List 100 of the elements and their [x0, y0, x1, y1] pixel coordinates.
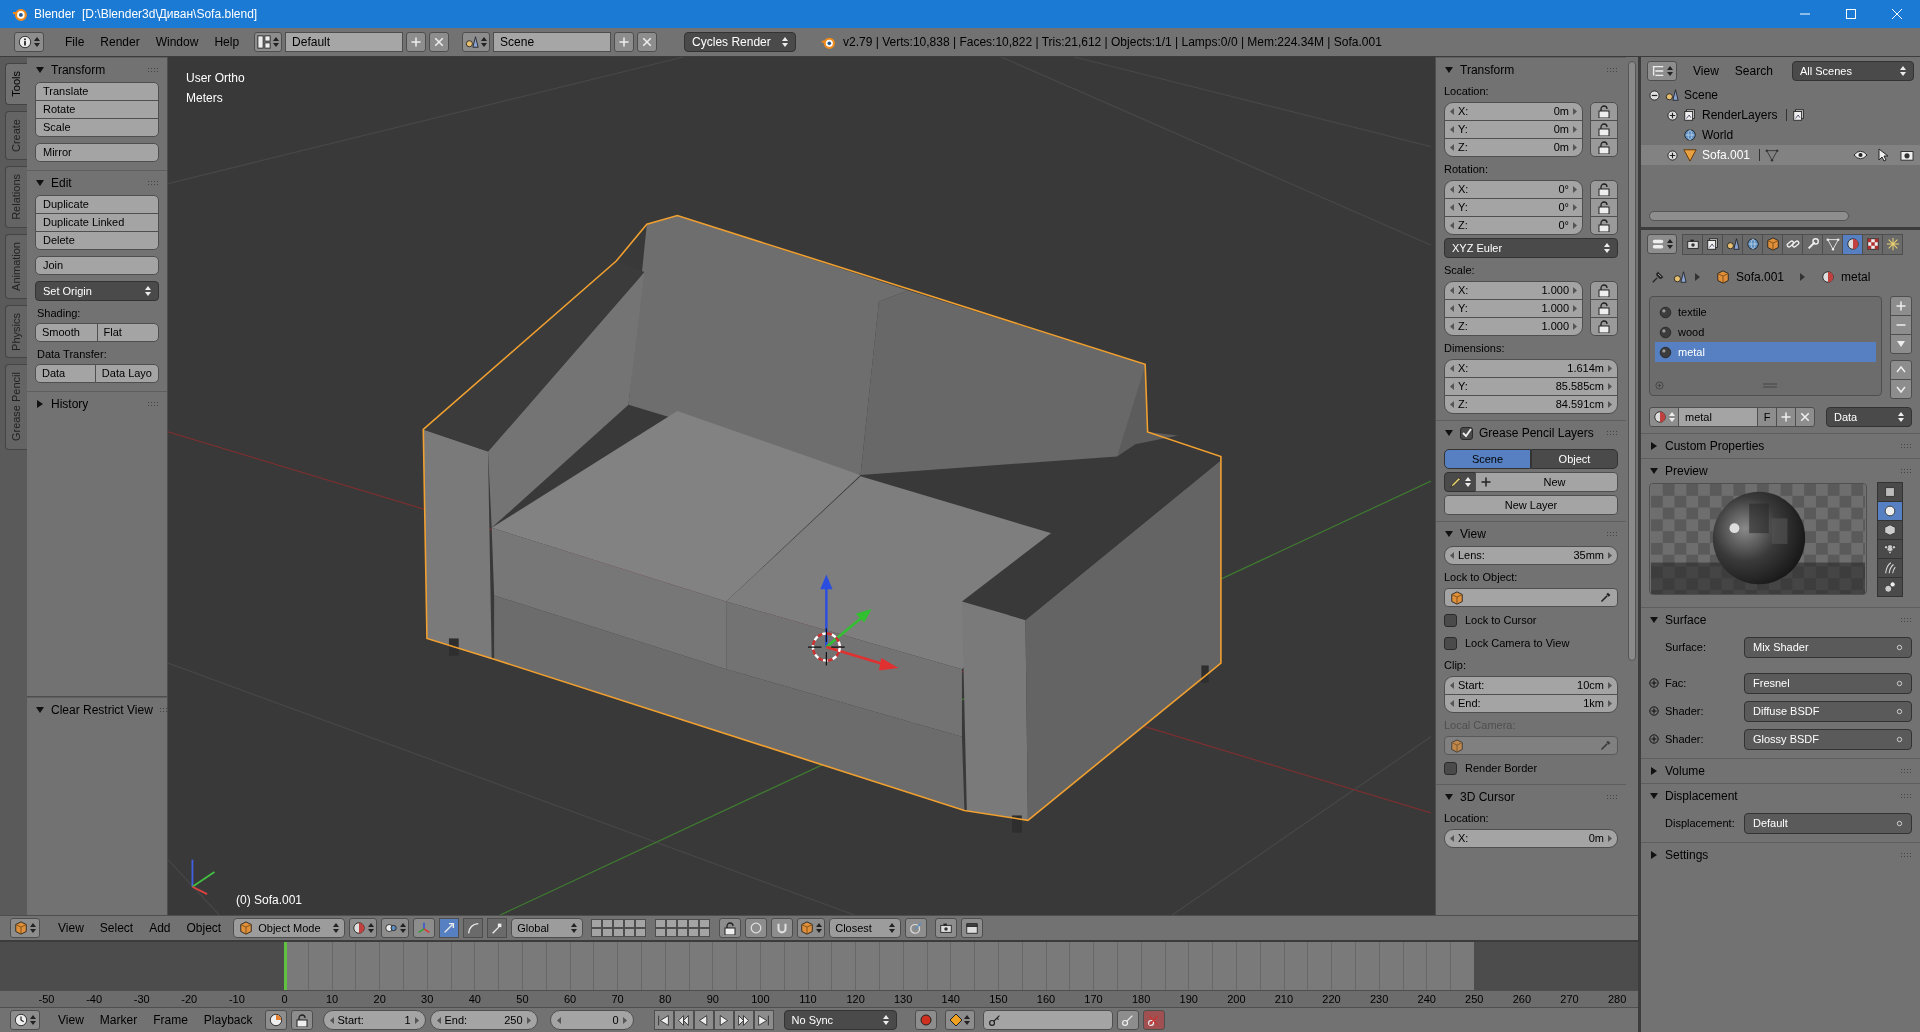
menu-item[interactable]: View [50, 1010, 92, 1030]
frame-number: 200 [1226, 991, 1247, 1007]
number-field[interactable]: Start: 10cm [1444, 676, 1618, 695]
number-field[interactable]: Y: 1.000 [1444, 299, 1583, 318]
scene-statistics: v2.79 | Verts:10,838 | Faces:10,822 | Tris:21,612 | Objects:1/1 | Lamps:0/0 | Mem:224.34M | Sofa.001 [843, 34, 1382, 51]
menu-item[interactable]: File [57, 32, 93, 52]
panel-header[interactable]: History [27, 391, 167, 416]
node-link-dropdown[interactable]: Default [1744, 812, 1912, 834]
frame-number: 40 [467, 991, 482, 1007]
menu-item[interactable]: Help [206, 32, 248, 52]
mode-dropdown[interactable]: Object Mode [233, 918, 346, 938]
number-field[interactable]: Z: 84.591cm [1444, 395, 1618, 414]
tool-button[interactable]: Smooth [35, 323, 98, 342]
material-slot[interactable]: textile [1655, 302, 1876, 322]
field-label: Clip: [1444, 657, 1467, 673]
breadcrumb-item[interactable]: metal [1841, 268, 1871, 286]
menu-item[interactable]: View [50, 918, 92, 938]
field-label: Lock to Object: [1444, 569, 1519, 585]
number-field[interactable]: Y: 85.585cm [1444, 377, 1618, 396]
node-link-dropdown[interactable]: Glossy BSDF [1744, 728, 1912, 750]
field-label: Rotation: [1444, 161, 1490, 177]
node-link-dropdown[interactable]: Diffuse BSDF [1744, 700, 1912, 722]
fake-user-button[interactable]: F [1757, 407, 1777, 427]
menu-item[interactable]: Select [91, 918, 142, 938]
menu-item[interactable]: Marker [91, 1010, 146, 1030]
tool-tab[interactable]: Tools [5, 63, 27, 105]
menu-item[interactable]: View [1685, 61, 1727, 81]
panel-header[interactable]: 3D Cursor [1436, 784, 1626, 809]
outliner-row[interactable]: World [1641, 125, 1920, 145]
tool-button[interactable]: Flat [96, 323, 159, 342]
sync-dropdown[interactable]: No Sync [783, 1010, 897, 1030]
frame-number: 150 [988, 991, 1009, 1007]
frame-number: 140 [940, 991, 961, 1007]
snap-target-dropdown[interactable]: Closest [829, 918, 902, 938]
material-slot[interactable]: wood [1655, 322, 1876, 342]
tool-button[interactable]: Data [35, 364, 96, 383]
number-field[interactable]: X: 0m [1444, 829, 1618, 848]
breadcrumb-item[interactable]: Sofa.001 [1736, 268, 1785, 286]
field-label: Data Transfer: [36, 348, 108, 361]
number-field[interactable]: Z: 0m [1444, 138, 1583, 157]
menu-item[interactable]: Add [141, 918, 179, 938]
menu-item[interactable]: Frame [145, 1010, 196, 1030]
tool-button[interactable]: Scale [35, 118, 159, 137]
frame-number: 0 [280, 991, 289, 1007]
layout-name-field[interactable]: Default [285, 32, 404, 52]
tool-button[interactable]: Join [35, 256, 159, 275]
field-label: Shading: [36, 307, 82, 320]
tool-button[interactable]: Data Layo [94, 364, 159, 383]
panel-header[interactable]: Volume [1641, 758, 1920, 783]
checkbox-label: Lock Camera to View [1465, 635, 1570, 651]
frame-number: 270 [1559, 991, 1580, 1007]
number-field[interactable]: Z: 0° [1444, 216, 1583, 235]
start-frame-field[interactable]: Start: 1 [322, 1010, 426, 1030]
menu-item[interactable]: Object [178, 918, 230, 938]
tool-button[interactable]: Mirror [35, 143, 159, 162]
panel-header[interactable]: Displacement [1641, 783, 1920, 808]
menu-item[interactable]: Render [92, 32, 148, 52]
frame-number: 190 [1178, 991, 1199, 1007]
toggle-button[interactable]: Scene [1444, 449, 1531, 469]
menu-item[interactable]: Window [147, 32, 207, 52]
field-label: Scale: [1444, 262, 1476, 278]
current-frame-field[interactable]: 0 [549, 1010, 634, 1030]
orientation-dropdown[interactable]: Global [511, 918, 584, 938]
number-field[interactable]: End: 1km [1444, 694, 1618, 713]
menu-item[interactable]: Search [1726, 61, 1781, 81]
panel-header[interactable]: Surface [1641, 607, 1920, 632]
panel-header[interactable]: Custom Properties [1641, 433, 1920, 458]
node-link-dropdown[interactable]: Mix Shader [1744, 636, 1912, 658]
number-field[interactable]: Lens: 35mm [1444, 546, 1618, 565]
new-layer-button[interactable]: New Layer [1444, 495, 1618, 515]
number-field[interactable]: Z: 1.000 [1444, 317, 1583, 336]
panel-header[interactable]: Transform [1436, 57, 1626, 82]
outliner-row[interactable]: RenderLayers [1641, 105, 1920, 125]
scene-name-field[interactable]: Scene [493, 32, 612, 52]
dropdown-menu[interactable]: Set Origin [35, 281, 159, 301]
node-link-dropdown[interactable]: Fresnel [1744, 672, 1912, 694]
panel-header[interactable]: Settings [1641, 842, 1920, 867]
menu-item[interactable]: Playback [195, 1010, 261, 1030]
outliner-row[interactable]: Scene [1641, 85, 1920, 105]
dropdown-menu[interactable]: XYZ Euler [1444, 238, 1618, 258]
end-frame-field[interactable]: End: 250 [429, 1010, 538, 1030]
display-mode-dropdown[interactable]: All Scenes [1792, 61, 1914, 81]
frame-number: 210 [1273, 991, 1295, 1007]
tool-button[interactable]: Duplicate Linked [35, 213, 159, 232]
panel-header[interactable]: Grease Pencil Layers [1436, 420, 1626, 445]
tool-button[interactable]: Rotate [35, 100, 159, 119]
material-name-field[interactable]: metal [1678, 407, 1758, 427]
outliner-row[interactable]: Sofa.001 [1641, 145, 1920, 165]
frame-number: 100 [750, 991, 771, 1007]
checkbox-label: Lock to Cursor [1465, 612, 1537, 628]
material-slot[interactable]: metal [1655, 342, 1876, 362]
link-dropdown[interactable]: Data [1826, 407, 1912, 427]
field-label: Displacement: [1665, 815, 1735, 831]
frame-number: 220 [1321, 991, 1342, 1007]
toggle-button[interactable]: Object [1531, 449, 1618, 469]
tool-button[interactable]: Delete [35, 231, 159, 250]
new-button[interactable]: New [1475, 472, 1618, 492]
number-field[interactable]: Y: 0m [1444, 120, 1583, 139]
number-field[interactable]: Y: 0° [1444, 198, 1583, 217]
render-engine-dropdown[interactable]: Cycles Render [684, 32, 797, 52]
